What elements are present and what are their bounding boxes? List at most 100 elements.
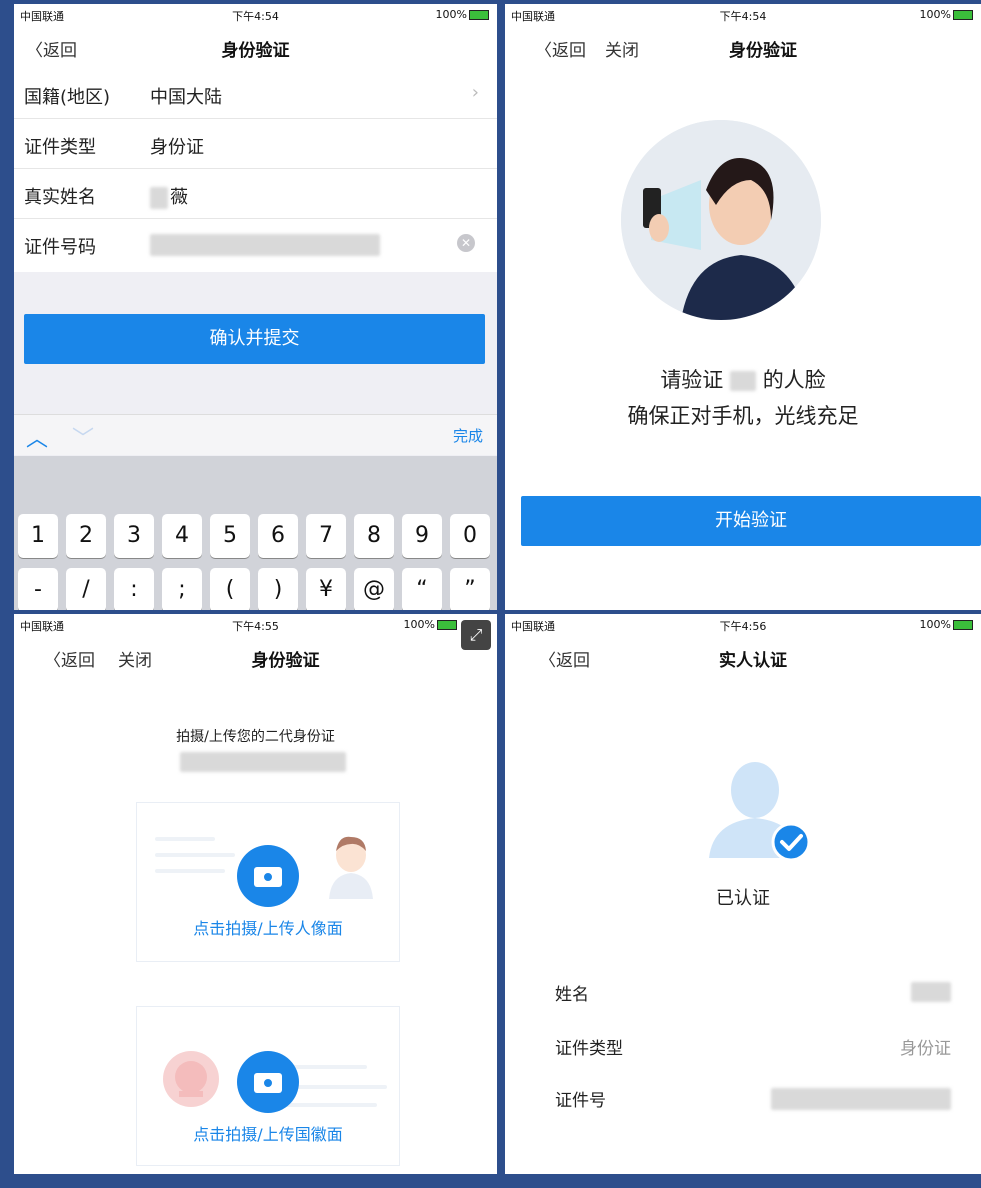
id-type-label: 证件类型 [24, 137, 96, 158]
key-1[interactable]: 1 [18, 514, 58, 558]
key-3[interactable]: 3 [114, 514, 154, 558]
upload-emblem-card[interactable]: 点击拍摄/上传国徽面 [136, 1006, 400, 1166]
camera-icon[interactable] [237, 1051, 299, 1113]
upload-subtitle: 拍摄/上传您的二代身份证 [176, 729, 335, 745]
time-label: 下午4:54 [232, 10, 279, 23]
start-verify-button[interactable]: 开始验证 [521, 496, 981, 546]
key-4[interactable]: 4 [162, 514, 202, 558]
id-type-row: 证件类型 身份证 [555, 1030, 951, 1060]
battery-icon [953, 620, 973, 630]
camera-icon[interactable] [237, 845, 299, 907]
status-bar: 中国联通 下午4:54 100% [505, 4, 981, 24]
key-slash[interactable]: / [66, 568, 106, 610]
face-prompt-line2: 确保正对手机，光线充足 [627, 404, 859, 428]
key-9[interactable]: 9 [402, 514, 442, 558]
key-paren-open[interactable]: ( [210, 568, 250, 610]
name-row: 姓名 [555, 976, 951, 1006]
id-number-label: 证件号码 [24, 237, 96, 258]
name-value [911, 982, 951, 1002]
key-paren-close[interactable]: ) [258, 568, 298, 610]
status-bar: 中国联通 下午4:54 100% [14, 4, 497, 24]
done-button[interactable]: 完成 [453, 425, 483, 446]
key-semicolon[interactable]: ; [162, 568, 202, 610]
key-6[interactable]: 6 [258, 514, 298, 558]
card-line [155, 853, 235, 857]
nav-bar: 〈返回 关闭 身份验证 [14, 636, 497, 678]
card-line [155, 837, 215, 841]
upload-portrait-card[interactable]: 点击拍摄/上传人像面 [136, 802, 400, 962]
face-illustration [621, 120, 821, 320]
page-title: 实人认证 [719, 651, 787, 671]
national-emblem-icon [163, 1051, 219, 1107]
id-number-label: 证件号 [555, 1091, 606, 1111]
key-quote-open[interactable]: “ [402, 568, 442, 610]
confirm-submit-button[interactable]: 确认并提交 [24, 314, 485, 364]
key-yen[interactable]: ¥ [306, 568, 346, 610]
face-prompt-line1: 请验证 的人脸 [660, 368, 826, 392]
chevron-right-icon: › [471, 82, 479, 103]
chevron-left-icon: 〈 [44, 651, 61, 671]
battery-icon [469, 10, 489, 20]
redacted-name [730, 371, 756, 391]
chevron-down-icon[interactable]: ﹀ [72, 421, 94, 453]
nav-bar: 〈返回 关闭 身份验证 [505, 26, 981, 68]
verified-status: 已认证 [716, 888, 770, 909]
id-number-row: 证件号 [555, 1082, 951, 1112]
portrait-icon [329, 836, 373, 899]
card-line [277, 1103, 377, 1107]
key-0[interactable]: 0 [450, 514, 490, 558]
real-name-value: 薇 [150, 183, 188, 209]
id-type-row[interactable]: 证件类型 身份证 [14, 120, 497, 169]
id-number-row[interactable]: 证件号码 ✕ [14, 220, 497, 268]
real-name-row[interactable]: 真实姓名 薇 [14, 170, 497, 219]
card-line [155, 869, 225, 873]
id-number-input[interactable] [150, 234, 380, 256]
page-title: 身份验证 [251, 651, 320, 671]
battery-label: 100% [404, 618, 457, 631]
status-bar: 中国联通 下午4:56 100% [505, 614, 981, 634]
time-label: 下午4:54 [719, 10, 767, 23]
panel-id-upload: 中国联通 下午4:55 100% ⤢ 〈返回 关闭 身份验证 拍摄/上传您的二代… [14, 614, 497, 1174]
nationality-row[interactable]: 国籍(地区) 中国大陆 › [14, 70, 497, 119]
upload-portrait-caption: 点击拍摄/上传人像面 [193, 919, 343, 938]
chevron-up-icon[interactable]: ︿ [26, 421, 48, 453]
status-bar: 中国联通 下午4:55 100% [14, 614, 497, 634]
battery-icon [437, 620, 457, 630]
key-at[interactable]: @ [354, 568, 394, 610]
redacted-text [150, 187, 168, 209]
page-title: 身份验证 [729, 41, 797, 61]
name-label: 姓名 [555, 985, 589, 1005]
time-label: 下午4:56 [719, 620, 767, 633]
key-8[interactable]: 8 [354, 514, 394, 558]
clear-icon[interactable]: ✕ [457, 234, 475, 252]
key-hyphen[interactable]: - [18, 568, 58, 610]
panel-face-verify: 中国联通 下午4:54 100% 〈返回 关闭 身份验证 请验证 的人脸 确保正… [505, 4, 981, 610]
battery-icon [953, 10, 973, 20]
battery-label: 100% [920, 8, 973, 21]
key-5[interactable]: 5 [210, 514, 250, 558]
upload-emblem-caption: 点击拍摄/上传国徽面 [193, 1125, 343, 1144]
id-number-value [771, 1088, 951, 1110]
battery-label: 100% [920, 618, 973, 631]
panel-id-form: 中国联通 下午4:54 100% 〈返回 身份验证 国籍(地区) 中国大陆 › … [14, 4, 497, 610]
key-2[interactable]: 2 [66, 514, 106, 558]
key-quote-close[interactable]: ” [450, 568, 490, 610]
page-title: 身份验证 [221, 41, 290, 61]
real-name-label: 真实姓名 [24, 187, 96, 208]
redacted-hint [180, 752, 346, 772]
id-type-label: 证件类型 [555, 1039, 623, 1059]
key-colon[interactable]: : [114, 568, 154, 610]
numeric-keyboard: 1 2 3 4 5 6 7 8 9 0 - / : ; ( ) ¥ @ “ ” [14, 456, 497, 610]
battery-label: 100% [436, 8, 489, 21]
id-type-value: 身份证 [150, 137, 204, 158]
panel-verified: 中国联通 下午4:56 100% 〈返回 实人认证 已认证 姓名 证件类型 身份… [505, 614, 981, 1174]
nav-bar: 〈返回 身份验证 [14, 26, 497, 68]
nationality-value: 中国大陆 [150, 87, 222, 108]
keyboard-toolbar: ︿ ﹀ 完成 [14, 414, 497, 455]
key-7[interactable]: 7 [306, 514, 346, 558]
nav-bar: 〈返回 实人认证 [505, 636, 981, 678]
person-selfie-icon [621, 120, 821, 320]
id-type-value: 身份证 [900, 1039, 951, 1059]
verified-user-icon [709, 762, 811, 860]
nationality-label: 国籍(地区) [24, 87, 111, 108]
